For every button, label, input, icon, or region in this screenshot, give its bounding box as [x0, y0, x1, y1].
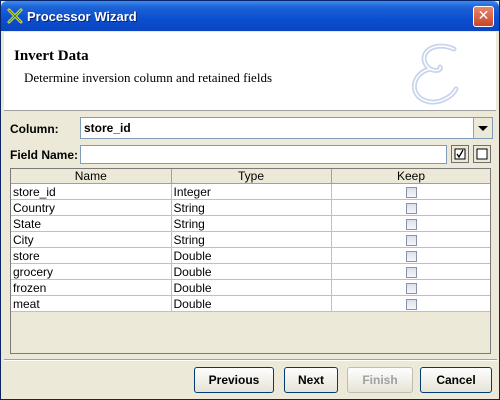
row-name-cell: store_id	[11, 183, 172, 200]
column-header-name[interactable]: Name	[11, 169, 172, 184]
table-row[interactable]: frozen Double	[11, 279, 490, 296]
table-row[interactable]: grocery Double	[11, 263, 490, 280]
row-type-cell: String	[171, 215, 332, 232]
processor-wizard-window: Processor Wizard ✕ Invert Data Determine…	[0, 0, 500, 400]
row-name-cell: store	[11, 247, 172, 264]
row-keep-cell	[331, 295, 490, 312]
row-name-cell: City	[11, 231, 172, 248]
close-icon: ✕	[477, 8, 490, 24]
finish-button[interactable]: Finish	[347, 367, 413, 393]
row-type-cell: Double	[171, 295, 332, 312]
table-header-row: Name Type Keep	[11, 169, 490, 184]
next-button[interactable]: Next	[284, 367, 338, 393]
script-e-logo	[412, 43, 459, 105]
footer-separator	[4, 359, 497, 361]
page-subtitle: Determine inversion column and retained …	[24, 70, 273, 85]
row-keep-cell	[331, 215, 490, 232]
keep-checkbox[interactable]	[405, 234, 417, 246]
keep-checkbox[interactable]	[405, 298, 417, 310]
table-row[interactable]: meat Double	[11, 295, 490, 312]
table-row[interactable]: Country String	[11, 199, 490, 216]
row-keep-cell	[331, 199, 490, 216]
row-type-cell: Integer	[171, 183, 332, 200]
uncheck-all-button[interactable]	[473, 145, 491, 163]
row-type-cell: Double	[171, 279, 332, 296]
close-button[interactable]: ✕	[473, 6, 494, 27]
field-name-label: Field Name:	[10, 148, 79, 162]
chevron-down-icon	[478, 126, 488, 131]
wizard-icon	[7, 8, 23, 24]
table-row[interactable]: State String	[11, 215, 490, 232]
keep-checkbox[interactable]	[405, 186, 417, 198]
fields-table: Name Type Keep store_id Integer Country …	[10, 168, 491, 354]
fields-grid: Name Type Keep store_id Integer Country …	[11, 169, 490, 312]
wizard-header: Invert Data Determine inversion column a…	[4, 32, 496, 111]
table-row[interactable]: store Double	[11, 247, 490, 264]
row-keep-cell	[331, 279, 490, 296]
combo-dropdown-button[interactable]	[473, 118, 492, 138]
field-name-input[interactable]	[80, 145, 447, 164]
row-name-cell: Country	[11, 199, 172, 216]
row-type-cell: Double	[171, 247, 332, 264]
unchecked-box-icon	[476, 148, 488, 160]
window-title: Processor Wizard	[27, 9, 137, 24]
column-header-keep[interactable]: Keep	[331, 169, 490, 184]
keep-checkbox[interactable]	[405, 250, 417, 262]
row-keep-cell	[331, 231, 490, 248]
row-keep-cell	[331, 263, 490, 280]
page-title: Invert Data	[14, 48, 89, 64]
row-keep-cell	[331, 183, 490, 200]
keep-checkbox[interactable]	[405, 282, 417, 294]
column-select[interactable]: store_id	[80, 117, 493, 139]
column-label: Column:	[10, 122, 59, 136]
row-name-cell: State	[11, 215, 172, 232]
checked-box-icon	[454, 148, 466, 160]
keep-checkbox[interactable]	[405, 266, 417, 278]
row-type-cell: String	[171, 231, 332, 248]
row-name-cell: meat	[11, 295, 172, 312]
row-type-cell: Double	[171, 263, 332, 280]
cancel-button[interactable]: Cancel	[420, 367, 492, 393]
column-select-value: store_id	[84, 121, 131, 135]
check-all-button[interactable]	[451, 145, 469, 163]
table-row[interactable]: store_id Integer	[11, 183, 490, 200]
title-bar[interactable]: Processor Wizard ✕	[1, 1, 499, 31]
keep-checkbox[interactable]	[405, 218, 417, 230]
keep-checkbox[interactable]	[405, 202, 417, 214]
row-name-cell: grocery	[11, 263, 172, 280]
row-type-cell: String	[171, 199, 332, 216]
row-keep-cell	[331, 247, 490, 264]
column-header-type[interactable]: Type	[171, 169, 332, 184]
previous-button[interactable]: Previous	[194, 367, 274, 393]
row-name-cell: frozen	[11, 279, 172, 296]
table-row[interactable]: City String	[11, 231, 490, 248]
